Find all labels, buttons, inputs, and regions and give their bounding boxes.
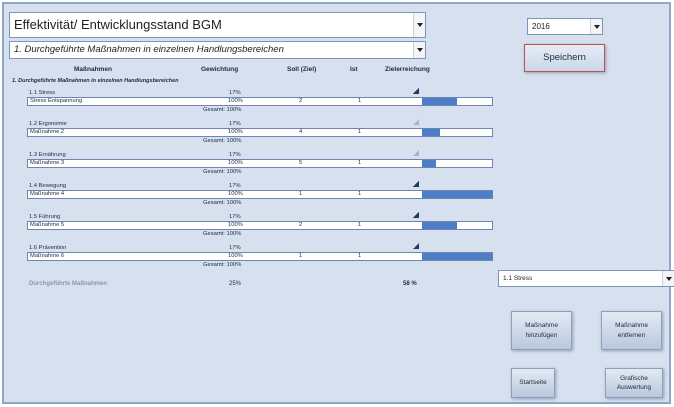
group-weight: 17%	[229, 90, 241, 96]
summary-weight: 25%	[229, 281, 242, 287]
start-page-button[interactable]: Startseite	[511, 368, 555, 398]
measure-weight: 100%	[228, 191, 243, 197]
measure-row[interactable]: Maßnahme 6 100% 1 1	[27, 252, 493, 261]
measure-name: Maßnahme 6	[30, 253, 65, 259]
add-measure-button[interactable]: Maßnahme hinzufügen	[511, 311, 572, 350]
area-filter-dropdown[interactable]: 1.1 Stress	[498, 270, 674, 287]
measure-weight: 100%	[228, 160, 243, 166]
measure-row[interactable]: Stress Entspannung 100% 2 1	[27, 97, 493, 106]
area-value: 1. Durchgeführte Maßnahmen in einzelnen …	[14, 44, 284, 55]
group-total: Gesamt: 100%	[203, 169, 242, 175]
year-dropdown[interactable]: 2016	[527, 18, 603, 35]
measure-target: 5	[299, 160, 303, 166]
column-header-target: Soll (Ziel)	[287, 66, 317, 73]
group-total: Gesamt: 100%	[203, 262, 242, 268]
filter-value: 1.1 Stress	[503, 275, 533, 282]
measure-weight: 100%	[228, 98, 243, 104]
measure-row[interactable]: Maßnahme 4 100% 1 1	[27, 190, 493, 199]
group-weight: 17%	[229, 214, 241, 220]
signal-faint-icon	[413, 119, 419, 125]
measure-target: 1	[299, 191, 303, 197]
chevron-down-icon[interactable]	[662, 271, 674, 286]
group-name: 1.5 Führung	[29, 214, 61, 220]
summary-label: Durchgeführte Maßnahmen	[29, 281, 108, 287]
group-name: 1.4 Bewegung	[29, 183, 67, 189]
measure-actual: 1	[358, 160, 362, 166]
measure-actual: 1	[358, 253, 362, 259]
save-button[interactable]: Speichern	[524, 44, 605, 72]
column-header-achievement: Zielerreichung	[385, 66, 430, 73]
group-total: Gesamt: 100%	[203, 107, 242, 113]
group-ergonomie: 1.2 Ergonomie 17% Maßnahme 2 100% 4 1 Ge…	[4, 119, 494, 151]
measure-row[interactable]: Maßnahme 3 100% 5 1	[27, 159, 493, 168]
achievement-bar	[422, 222, 457, 229]
title-value: Effektivität/ Entwicklungsstand BGM	[14, 17, 222, 32]
form-window: Effektivität/ Entwicklungsstand BGM 1. D…	[2, 2, 674, 404]
measure-actual: 1	[358, 191, 362, 197]
measure-name: Maßnahme 5	[30, 222, 65, 228]
group-name: 1.1 Stress	[29, 90, 56, 96]
group-bewegung: 1.4 Bewegung 17% Maßnahme 4 100% 1 1 Ges…	[4, 181, 494, 213]
measure-weight: 100%	[228, 129, 243, 135]
group-name: 1.2 Ergonomie	[29, 121, 67, 127]
remove-measure-button[interactable]: Maßnahme entfernen	[601, 311, 662, 350]
measure-actual: 1	[358, 98, 362, 104]
measure-target: 4	[299, 129, 303, 135]
section-title: 1. Durchgeführte Maßnahmen in einzelnen …	[12, 78, 179, 84]
column-header-measures: Maßnahmen	[74, 66, 112, 73]
achievement-bar	[422, 253, 492, 260]
signal-low-icon	[413, 212, 419, 218]
measure-name: Maßnahme 2	[30, 129, 65, 135]
measure-actual: 1	[358, 129, 362, 135]
achievement-bar	[422, 98, 457, 105]
measure-weight: 100%	[228, 253, 243, 259]
measure-name: Maßnahme 3	[30, 160, 65, 166]
measure-weight: 100%	[228, 222, 243, 228]
group-total: Gesamt: 100%	[203, 231, 242, 237]
group-ernaehrung: 1.3 Ernährung 17% Maßnahme 3 100% 5 1 Ge…	[4, 150, 494, 182]
chevron-down-icon[interactable]	[590, 19, 602, 34]
measure-row[interactable]: Maßnahme 2 100% 4 1	[27, 128, 493, 137]
area-dropdown[interactable]: 1. Durchgeführte Maßnahmen in einzelnen …	[9, 41, 426, 59]
group-name: 1.3 Ernährung	[29, 152, 66, 158]
signal-full-icon	[413, 243, 419, 249]
group-total: Gesamt: 100%	[203, 138, 242, 144]
measure-name: Maßnahme 4	[30, 191, 65, 197]
chevron-down-icon[interactable]	[413, 42, 425, 58]
achievement-bar	[422, 160, 436, 167]
measure-target: 2	[299, 222, 303, 228]
measure-name: Stress Entspannung	[30, 98, 83, 104]
summary-achievement: 58 %	[403, 281, 417, 287]
group-fuehrung: 1.5 Führung 17% Maßnahme 5 100% 2 1 Gesa…	[4, 212, 494, 244]
achievement-bar	[422, 191, 492, 198]
group-weight: 17%	[229, 183, 241, 189]
measure-actual: 1	[358, 222, 362, 228]
year-value: 2016	[532, 22, 550, 31]
group-total: Gesamt: 100%	[203, 200, 242, 206]
chevron-down-icon[interactable]	[413, 13, 425, 37]
measure-row[interactable]: Maßnahme 5 100% 2 1	[27, 221, 493, 230]
column-header-weight: Gewichtung	[201, 66, 239, 73]
group-praevention: 1.6 Prävention 17% Maßnahme 6 100% 1 1 G…	[4, 243, 494, 275]
group-stress: 1.1 Stress 17% Stress Entspannung 100% 2…	[4, 88, 494, 120]
group-name: 1.6 Prävention	[29, 245, 67, 251]
signal-full-icon	[413, 181, 419, 187]
measure-target: 2	[299, 98, 303, 104]
achievement-bar	[422, 129, 440, 136]
group-weight: 17%	[229, 245, 241, 251]
signal-low-icon	[413, 88, 419, 94]
group-weight: 17%	[229, 152, 241, 158]
group-weight: 17%	[229, 121, 241, 127]
measure-target: 1	[299, 253, 303, 259]
column-header-actual: Ist	[350, 66, 358, 73]
chart-evaluation-button[interactable]: Grafische Auswertung	[605, 368, 663, 398]
title-dropdown[interactable]: Effektivität/ Entwicklungsstand BGM	[9, 12, 426, 38]
signal-faint-icon	[413, 150, 419, 156]
